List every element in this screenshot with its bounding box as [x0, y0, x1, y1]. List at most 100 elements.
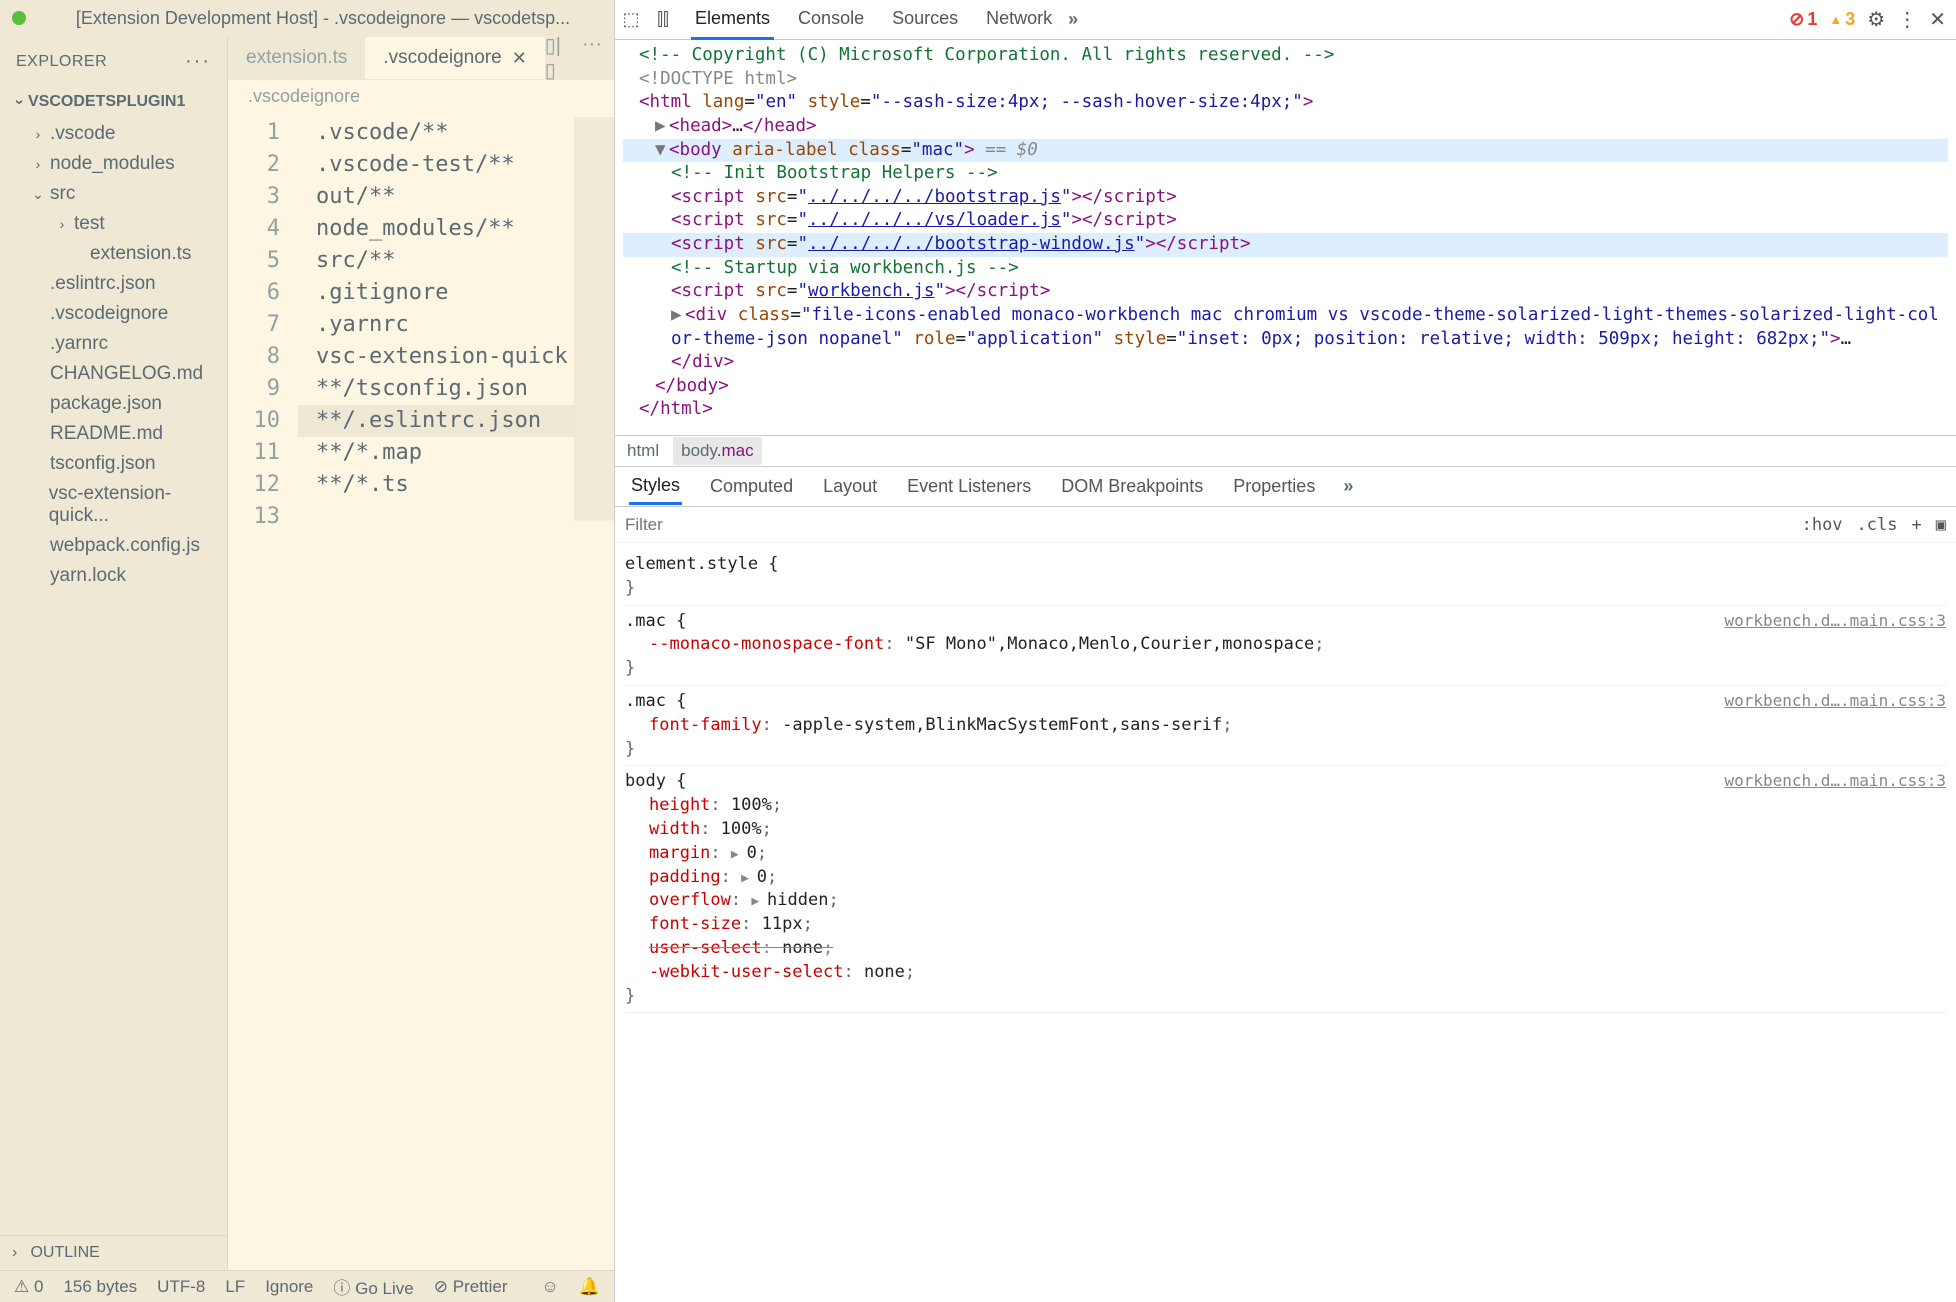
file-item[interactable]: README.md	[0, 419, 227, 449]
style-tab-computed[interactable]: Computed	[708, 470, 795, 503]
settings-icon[interactable]: ⚙	[1867, 7, 1885, 32]
code-line[interactable]: **/.eslintrc.json	[298, 405, 574, 437]
css-property[interactable]: --monaco-monospace-font: "SF Mono",Monac…	[625, 633, 1946, 657]
css-property[interactable]: width: 100%;	[625, 818, 1946, 842]
css-property[interactable]: height: 100%;	[625, 794, 1946, 818]
devtools-tab-console[interactable]: Console	[794, 0, 868, 40]
dom-tree[interactable]: <!-- Copyright (C) Microsoft Corporation…	[615, 40, 1956, 435]
css-property[interactable]: font-family: -apple-system,BlinkMacSyste…	[625, 714, 1946, 738]
css-source-link[interactable]: workbench.d….main.css:3	[1724, 690, 1946, 714]
code-line[interactable]: node_modules/**	[298, 213, 574, 245]
folder-item[interactable]: ›node_modules	[0, 149, 227, 179]
css-selector[interactable]: body {	[625, 770, 686, 794]
css-source-link[interactable]: workbench.d….main.css:3	[1724, 610, 1946, 634]
file-item[interactable]: webpack.config.js	[0, 531, 227, 561]
code-content[interactable]: .vscode/**.vscode-test/**out/**node_modu…	[298, 117, 574, 1270]
devtools-tab-elements[interactable]: Elements	[691, 0, 774, 40]
dom-breadcrumbs[interactable]: html body.mac	[615, 435, 1956, 467]
file-item[interactable]: vsc-extension-quick...	[0, 479, 227, 531]
css-property[interactable]: padding: ▶ 0;	[625, 866, 1946, 890]
code-line[interactable]: .vscode/**	[298, 117, 574, 149]
styles-panel[interactable]: element.style {} .mac { workbench.d….main.…	[615, 543, 1956, 1302]
editor-more-icon[interactable]: ···	[582, 36, 602, 83]
prettier-status[interactable]: ⊘ Prettier	[434, 1277, 508, 1297]
explorer-more-icon[interactable]: ···	[185, 50, 211, 73]
css-rule[interactable]: body { workbench.d….main.css:3height: 100…	[625, 766, 1946, 1013]
css-selector[interactable]: element.style {	[625, 553, 779, 577]
problems-status[interactable]: ⚠ 0	[14, 1277, 43, 1297]
kebab-icon[interactable]: ⋮	[1897, 7, 1917, 32]
breadcrumb[interactable]: .vscodeignore	[228, 80, 614, 113]
dom-node[interactable]: ▼<body aria-label class="mac"> == $0	[623, 139, 1948, 163]
inspect-icon[interactable]: ⬚	[615, 9, 647, 30]
css-selector[interactable]: .mac {	[625, 690, 686, 714]
folder-item[interactable]: ›.vscode	[0, 119, 227, 149]
toggle-sidebar-icon[interactable]: ▣	[1936, 515, 1946, 535]
dom-node[interactable]: <script src="workbench.js"></script>	[623, 280, 1948, 304]
minimap[interactable]	[574, 117, 614, 1270]
traffic-light-green[interactable]	[12, 11, 26, 25]
hov-toggle[interactable]: :hov	[1802, 515, 1843, 535]
code-line[interactable]	[298, 501, 574, 533]
file-item[interactable]: extension.ts	[0, 239, 227, 269]
dom-node[interactable]: </html>	[623, 398, 1948, 422]
dom-node[interactable]: <html lang="en" style="--sash-size:4px; …	[623, 91, 1948, 115]
bell-icon[interactable]: 🔔	[579, 1277, 600, 1297]
folder-item[interactable]: ⌄src	[0, 179, 227, 209]
close-tab-icon[interactable]: ✕	[512, 48, 527, 69]
dom-node[interactable]: <!-- Copyright (C) Microsoft Corporation…	[623, 44, 1948, 68]
css-property[interactable]: margin: ▶ 0;	[625, 842, 1946, 866]
style-tab-event-listeners[interactable]: Event Listeners	[905, 470, 1033, 503]
styles-filter-input[interactable]	[625, 515, 1802, 535]
dom-node[interactable]: <script src="../../../../bootstrap.js"><…	[623, 186, 1948, 210]
cls-toggle[interactable]: .cls	[1857, 515, 1898, 535]
dom-node[interactable]: <!-- Init Bootstrap Helpers -->	[623, 162, 1948, 186]
css-rule[interactable]: element.style {}	[625, 549, 1946, 606]
outline-section[interactable]: › OUTLINE	[0, 1235, 227, 1270]
file-item[interactable]: package.json	[0, 389, 227, 419]
dom-node[interactable]: <!DOCTYPE html>	[623, 68, 1948, 92]
editor-tab[interactable]: extension.ts	[228, 37, 365, 79]
css-property[interactable]: font-size: 11px;	[625, 913, 1946, 937]
style-tab-styles[interactable]: Styles	[629, 469, 682, 505]
file-item[interactable]: CHANGELOG.md	[0, 359, 227, 389]
devtools-tab-sources[interactable]: Sources	[888, 0, 962, 40]
style-tab-dom-breakpoints[interactable]: DOM Breakpoints	[1059, 470, 1205, 503]
css-selector[interactable]: .mac {	[625, 610, 686, 634]
folder-item[interactable]: ›test	[0, 209, 227, 239]
code-line[interactable]: **/tsconfig.json	[298, 373, 574, 405]
golive-status[interactable]: ⓘ Go Live	[333, 1274, 413, 1299]
eol-status[interactable]: LF	[225, 1277, 245, 1297]
crumb-html[interactable]: html	[627, 441, 659, 461]
file-item[interactable]: .yarnrc	[0, 329, 227, 359]
style-tab-layout[interactable]: Layout	[821, 470, 879, 503]
css-property[interactable]: -webkit-user-select: none;	[625, 961, 1946, 985]
code-line[interactable]: src/**	[298, 245, 574, 277]
warning-badge[interactable]: 3	[1829, 9, 1855, 30]
crumb-body[interactable]: body.mac	[673, 437, 761, 465]
project-root[interactable]: › VSCODETSPLUGIN1	[0, 87, 227, 117]
file-item[interactable]: tsconfig.json	[0, 449, 227, 479]
editor[interactable]: 12345678910111213 .vscode/**.vscode-test…	[228, 113, 614, 1270]
css-property[interactable]: overflow: ▶ hidden;	[625, 889, 1946, 913]
code-line[interactable]: .yarnrc	[298, 309, 574, 341]
code-line[interactable]: out/**	[298, 181, 574, 213]
dom-node[interactable]: </body>	[623, 375, 1948, 399]
css-source-link[interactable]: workbench.d….main.css:3	[1724, 770, 1946, 794]
css-property[interactable]: user-select: none;	[625, 937, 1946, 961]
style-tab-properties[interactable]: Properties	[1231, 470, 1317, 503]
code-line[interactable]: **/*.ts	[298, 469, 574, 501]
editor-tab[interactable]: .vscodeignore✕	[365, 37, 544, 79]
dom-node[interactable]: ▶<div class="file-icons-enabled monaco-w…	[623, 304, 1948, 351]
dom-node[interactable]: <script src="../../../../bootstrap-windo…	[623, 233, 1948, 257]
devtools-tab-network[interactable]: Network	[982, 0, 1056, 40]
tabs-overflow-icon[interactable]: »	[1068, 9, 1078, 30]
language-status[interactable]: Ignore	[265, 1277, 313, 1297]
style-tabs-overflow[interactable]: »	[1343, 476, 1353, 497]
new-rule-button[interactable]: +	[1912, 515, 1922, 535]
error-badge[interactable]: 1	[1789, 9, 1817, 30]
code-line[interactable]: .gitignore	[298, 277, 574, 309]
file-item[interactable]: .eslintrc.json	[0, 269, 227, 299]
dom-node[interactable]: <!-- Startup via workbench.js -->	[623, 257, 1948, 281]
feedback-icon[interactable]: ☺	[541, 1277, 558, 1297]
